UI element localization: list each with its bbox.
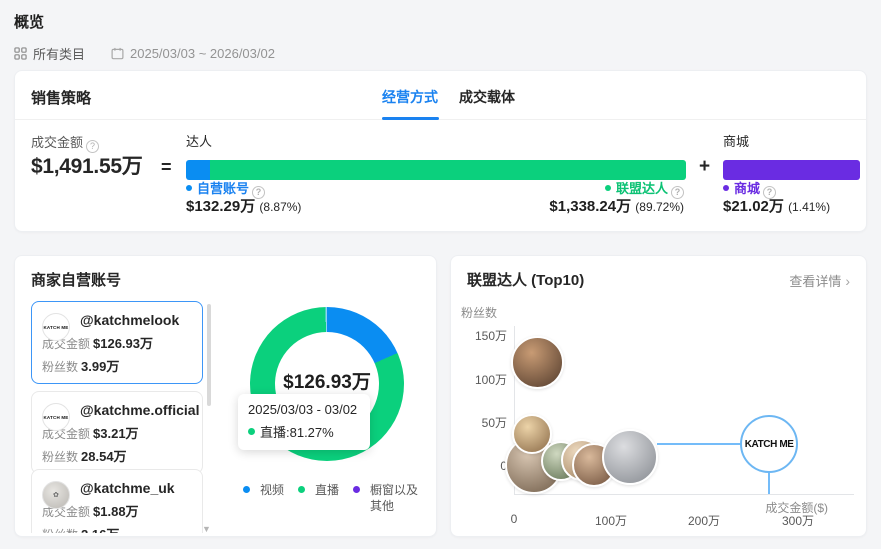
equals-sign: = (161, 157, 172, 178)
bar-segment-affiliate[interactable] (210, 160, 686, 180)
gmv-label-text: 成交金额 (31, 135, 83, 150)
gmv-value: $3.21万 (93, 426, 139, 441)
filter-row: 所有类目 2025/03/03 ~ 2026/03/02 (14, 44, 275, 63)
donut-center-value: $126.93万 (257, 367, 397, 394)
legend-label: 视频 (260, 482, 284, 514)
bar-segment-self-account[interactable] (186, 160, 210, 180)
plus-sign: + (699, 156, 710, 178)
value: $21.02万 (723, 198, 784, 215)
page-title: 概览 (14, 11, 44, 32)
talent-bar-label: 达人 (186, 131, 212, 150)
legend-dot (186, 185, 192, 191)
scroll-down-icon[interactable]: ▼ (202, 524, 211, 534)
legend-dot (605, 185, 611, 191)
account-avatar: KATCH ME (42, 403, 70, 431)
card-header (15, 71, 866, 120)
legend-item-showcase-other[interactable]: 橱窗以及其他 (353, 482, 420, 514)
creator-avatar[interactable] (602, 429, 658, 485)
fans-value: 28.54万 (81, 449, 127, 464)
x-tick: 0 (511, 512, 518, 526)
calendar-icon (111, 47, 124, 60)
legend-affiliate-value: $1,338.24万 (89.72%) (549, 195, 684, 216)
legend-label: 联盟达人 (616, 181, 668, 196)
legend-self-account-value: $132.29万 (8.87%) (186, 195, 301, 216)
legend-dot (723, 185, 729, 191)
donut-legend: 视频 直播 橱窗以及其他 (243, 482, 420, 514)
x-axis-line (514, 494, 854, 495)
x-tick: 100万 (595, 512, 627, 529)
tooltip-date: 2025/03/03 - 03/02 (248, 402, 360, 417)
shop-node[interactable]: KATCH ME (740, 415, 798, 473)
scatter-plot: 粉丝数 150万 100万 50万 0 0 100万 200万 300万 成交金… (451, 256, 866, 536)
y-tick: 0 (461, 459, 507, 473)
tooltip-text: 直播:81.27% (260, 425, 334, 440)
account-handle: @katchme.official (80, 401, 194, 419)
account-avatar: ✿ (42, 481, 70, 509)
account-list: KATCH ME @katchmelook 成交金额$126.93万 粉丝数3.… (31, 301, 209, 533)
percent: (8.87%) (259, 200, 301, 214)
legend-mall-value: $21.02万 (1.41%) (723, 195, 830, 216)
tab-transaction-carrier[interactable]: 成交载体 (459, 87, 515, 107)
connector-line (768, 472, 770, 494)
account-item[interactable]: ✿ @katchme_uk 成交金额$1.88万 粉丝数2.16万 (31, 469, 203, 533)
card-title: 销售策略 (31, 87, 91, 108)
connector-line (657, 443, 742, 445)
y-axis-label: 粉丝数 (461, 304, 497, 321)
legend-dot (248, 428, 255, 435)
gmv-value: $1.88万 (93, 504, 139, 519)
legend-dot (243, 486, 250, 493)
fans-value: 2.16万 (81, 527, 119, 533)
chart-tooltip: 2025/03/03 - 03/02 直播:81.27% (238, 394, 370, 450)
category-grid-icon (14, 47, 27, 60)
fans-label: 粉丝数 (42, 450, 78, 464)
x-tick: 200万 (688, 512, 720, 529)
affiliates-card: 联盟达人 (Top10) 查看详情› 粉丝数 150万 100万 50万 0 0… (450, 255, 867, 537)
tab-business-mode[interactable]: 经营方式 (382, 87, 438, 107)
scrollbar-thumb[interactable] (207, 304, 211, 406)
gmv-value: $1,491.55万 (31, 150, 142, 180)
value: $1,338.24万 (549, 198, 631, 215)
legend-dot (298, 486, 305, 493)
account-item[interactable]: KATCH ME @katchmelook 成交金额$126.93万 粉丝数3.… (31, 301, 203, 384)
y-tick: 100万 (461, 371, 507, 388)
mall-bar-label: 商城 (723, 131, 749, 150)
tooltip-entry: 直播:81.27% (248, 422, 360, 441)
creator-avatar[interactable] (511, 336, 564, 389)
x-axis-label: 成交金额($) (765, 499, 828, 516)
fans-value: 3.99万 (81, 359, 119, 374)
active-tab-indicator (382, 117, 439, 120)
legend-dot (353, 486, 360, 493)
fans-label: 粉丝数 (42, 360, 78, 374)
y-tick: 150万 (461, 327, 507, 344)
value: $132.29万 (186, 198, 255, 215)
y-tick: 50万 (461, 414, 507, 431)
sales-strategy-card: 销售策略 经营方式 成交载体 成交金额? $1,491.55万 = + 达人 商… (14, 70, 867, 232)
legend-item-live[interactable]: 直播 (298, 482, 339, 514)
account-avatar: KATCH ME (42, 313, 70, 341)
legend-label: 橱窗以及其他 (370, 482, 420, 514)
card-title: 商家自营账号 (31, 269, 121, 290)
date-range-filter[interactable]: 2025/03/03 ~ 2026/03/02 (130, 46, 275, 61)
percent: (1.41%) (788, 200, 830, 214)
self-accounts-card: 商家自营账号 KATCH ME @katchmelook 成交金额$126.93… (14, 255, 437, 537)
bar-segment-mall[interactable] (723, 160, 860, 180)
legend-label: 直播 (315, 482, 339, 514)
legend-label: 自营账号 (197, 181, 249, 196)
fans-label: 粉丝数 (42, 528, 78, 533)
account-handle: @katchmelook (80, 311, 194, 329)
legend-item-video[interactable]: 视频 (243, 482, 284, 514)
legend-label: 商城 (734, 181, 760, 196)
gmv-value: $126.93万 (93, 336, 153, 351)
account-handle: @katchme_uk (80, 479, 194, 497)
account-item[interactable]: KATCH ME @katchme.official 成交金额$3.21万 粉丝… (31, 391, 203, 474)
category-filter[interactable]: 所有类目 (33, 44, 85, 63)
percent: (89.72%) (635, 200, 684, 214)
